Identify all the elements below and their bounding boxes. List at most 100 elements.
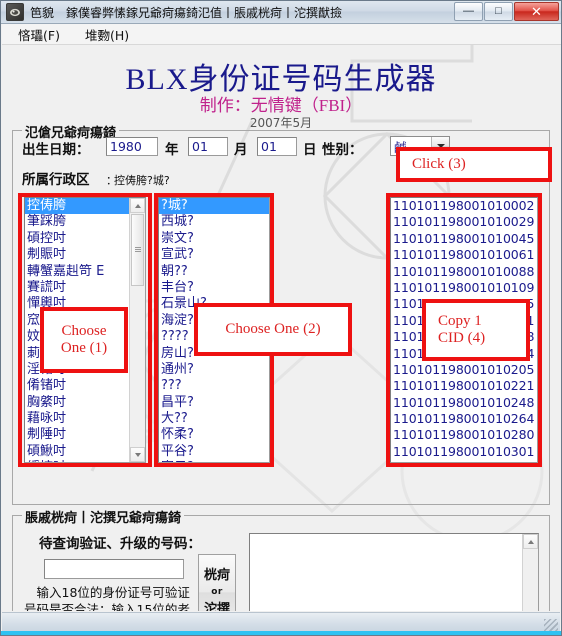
list-item[interactable]: 110101198001010328	[391, 460, 537, 462]
list-item[interactable]: 藉咏吋	[25, 411, 130, 427]
application-window: 笆貌 鎵僕睿弊愫鎵兄爺疴瘍錡氾值丨脹戚桄疴丨沱撰猷撿 — □ ✕ 悋瓃(F) 堆覅…	[0, 0, 562, 636]
verify-button-line3: 沱撰	[203, 601, 230, 612]
scroll-down-icon[interactable]	[130, 447, 145, 462]
list-item[interactable]: 碩控吋	[25, 231, 130, 247]
window-controls: — □ ✕	[454, 2, 559, 21]
menu-bar: 悋瓃(F) 堆覅(H)	[2, 23, 561, 46]
list-item[interactable]: 110101198001010168	[391, 329, 537, 345]
maximize-icon: □	[495, 5, 502, 17]
list-item[interactable]: 昌平?	[159, 395, 269, 411]
region-label: 所属行政区	[22, 172, 90, 188]
close-icon: ✕	[531, 4, 542, 19]
province-listbox[interactable]: 控俦胯 筆踩胯 碩控吋 刜賑吋 轉蟹嘉赳笴 E 賽謊吋 憚輿吋 窊赳赫吋 妏爺吋 莿硏吋 淫锗吋 倄锗…	[24, 197, 146, 463]
list-item[interactable]: 110101198001010125	[391, 296, 537, 312]
month-unit-label: 月	[234, 142, 248, 158]
list-item[interactable]: 110101198001010061	[391, 247, 537, 263]
list-item[interactable]: 海淀?	[159, 313, 269, 329]
list-item[interactable]: 刜賑吋	[25, 247, 130, 263]
title-bar: 笆貌 鎵僕睿弊愫鎵兄爺疴瘍錡氾值丨脹戚桄疴丨沱撰猷撿 — □ ✕	[1, 1, 561, 24]
verify-button-line1: 桄疴	[203, 567, 230, 583]
list-item[interactable]: 賽謊吋	[25, 280, 130, 296]
app-icon	[6, 3, 24, 21]
list-item[interactable]: 崇文?	[159, 231, 269, 247]
list-item[interactable]: 丰台?	[159, 280, 269, 296]
list-item[interactable]: 碩鰍吋	[25, 444, 130, 460]
list-item[interactable]: 房山?	[159, 346, 269, 362]
list-item[interactable]: 綬控吋	[25, 460, 130, 462]
verify-help-text: 输入18位的身份证号可验证号码是否合法；输入15位的老身份证号，将得到升级后的1…	[24, 585, 190, 611]
list-item[interactable]: 密云?	[159, 460, 269, 462]
list-item[interactable]: 110101198001010264	[391, 411, 537, 427]
window-title-part1: 笆貌	[30, 5, 55, 20]
list-item[interactable]: ????	[159, 329, 269, 345]
list-item[interactable]: 平谷?	[159, 444, 269, 460]
list-item[interactable]: 刜陲吋	[25, 427, 130, 443]
window-title-part2: 鎵僕睿弊愫鎵兄爺疴瘍錡氾值丨脹戚桄疴丨沱撰猷撿	[66, 5, 343, 20]
district-list-items: ?城? 西城? 崇文? 宣武? 朝?? 丰台? 石景山? 海淀????? 房山? 通州???? 昌平…	[159, 198, 269, 462]
list-item[interactable]: ?城?	[159, 198, 269, 215]
province-list-items: 控俦胯 筆踩胯 碩控吋 刜賑吋 轉蟹嘉赳笴 E 賽謊吋 憚輿吋 窊赳赫吋 妏爺吋 莿硏吋 淫锗吋 倄锗…	[25, 198, 130, 462]
month-input[interactable]	[188, 137, 228, 156]
verify-group-title: 脹戚桄疴丨沱撰兄爺疴瘍錡	[22, 507, 185, 526]
scroll-up-icon[interactable]	[130, 198, 145, 213]
menu-item-help[interactable]: 堆覅(H)	[76, 23, 138, 46]
day-input[interactable]	[257, 137, 297, 156]
year-input[interactable]	[106, 137, 158, 156]
list-item[interactable]: 110101198001010248	[391, 395, 537, 411]
gender-label: 性别：	[322, 142, 363, 158]
window-title: 笆貌 鎵僕睿弊愫鎵兄爺疴瘍錡氾值丨脹戚桄疴丨沱撰猷撿	[30, 4, 342, 21]
list-item[interactable]: 石景山?	[159, 296, 269, 312]
id-list-items: 110101198001010002 110101198001010029 1101…	[391, 198, 537, 462]
list-item[interactable]: 淫锗吋	[25, 362, 130, 378]
list-item[interactable]: 妏爺吋	[25, 329, 130, 345]
minimize-icon: —	[463, 5, 474, 17]
province-scroll-thumb[interactable]	[131, 214, 144, 286]
province-scrollbar[interactable]	[129, 198, 145, 462]
list-item[interactable]: 窊赳赫吋	[25, 313, 130, 329]
list-item[interactable]: 控俦胯	[25, 198, 130, 215]
list-item[interactable]: 倄锗吋	[25, 378, 130, 394]
page-subtitle: 制作：无情键（FBI）	[199, 96, 363, 115]
minimize-button[interactable]: —	[454, 2, 483, 21]
result-textarea[interactable]	[249, 533, 539, 611]
list-item[interactable]: 憚輿吋	[25, 296, 130, 312]
result-scroll-up-icon[interactable]	[523, 534, 538, 549]
list-item[interactable]: 110101198001010221	[391, 378, 537, 394]
list-item[interactable]: 110101198001010280	[391, 427, 537, 443]
list-item[interactable]: 胸綮吋	[25, 395, 130, 411]
list-item[interactable]: 110101198001010184	[391, 346, 537, 362]
chevron-down-icon[interactable]	[431, 137, 449, 155]
maximize-button[interactable]: □	[484, 2, 513, 21]
day-unit-label: 日	[303, 142, 317, 158]
list-item[interactable]: 110101198001010301	[391, 444, 537, 460]
list-item[interactable]: 大??	[159, 411, 269, 427]
list-item[interactable]: 怀柔?	[159, 427, 269, 443]
close-button[interactable]: ✕	[514, 2, 559, 21]
menu-item-file[interactable]: 悋瓃(F)	[9, 23, 69, 46]
list-item[interactable]: 110101198001010141	[391, 313, 537, 329]
id-query-input[interactable]	[44, 559, 184, 579]
verify-button-line2: or	[211, 586, 223, 597]
gender-select[interactable]: 鹹	[390, 136, 450, 156]
district-listbox[interactable]: ?城? 西城? 崇文? 宣武? 朝?? 丰台? 石景山? 海淀????? 房山? 通州???? 昌平…	[158, 197, 270, 463]
list-item[interactable]: 轉蟹嘉赳笴 E	[25, 264, 130, 280]
id-listbox[interactable]: 110101198001010002 110101198001010029 1101…	[390, 197, 538, 463]
list-item[interactable]: 110101198001010205	[391, 362, 537, 378]
region-value: 控俦胯?城?	[114, 174, 170, 187]
list-item[interactable]: ???	[159, 378, 269, 394]
result-scrollbar[interactable]	[522, 534, 538, 611]
query-label: 待查询验证、升级的号码：	[39, 536, 201, 552]
list-item[interactable]: 西城?	[159, 214, 269, 230]
list-item[interactable]: 110101198001010109	[391, 280, 537, 296]
list-item[interactable]: 110101198001010002	[391, 198, 537, 214]
gender-value: 鹹	[394, 139, 407, 155]
list-item[interactable]: 110101198001010045	[391, 231, 537, 247]
list-item[interactable]: 110101198001010088	[391, 264, 537, 280]
list-item[interactable]: 110101198001010029	[391, 214, 537, 230]
list-item[interactable]: 宣武?	[159, 247, 269, 263]
list-item[interactable]: 朝??	[159, 264, 269, 280]
verify-upgrade-button[interactable]: 桄疴 or 沱撰	[198, 554, 236, 611]
list-item[interactable]: 通州?	[159, 362, 269, 378]
list-item[interactable]: 莿硏吋	[25, 346, 130, 362]
list-item[interactable]: 筆踩胯	[25, 214, 130, 230]
